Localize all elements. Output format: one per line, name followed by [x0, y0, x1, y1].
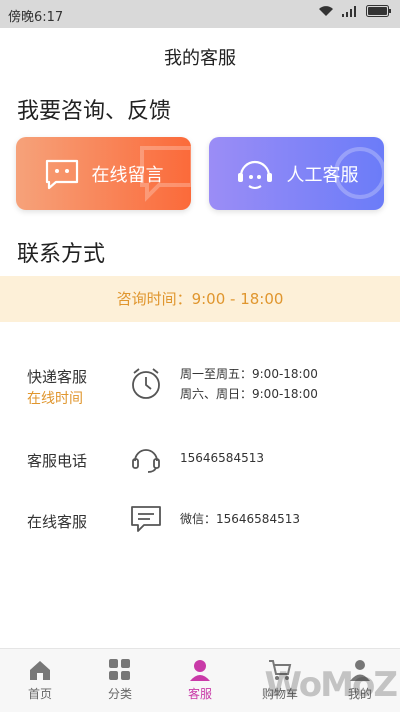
watermark-logo: WoMoZ [264, 665, 398, 705]
chat-bubble-watermark-icon [140, 146, 191, 202]
home-icon [30, 661, 50, 680]
tab-home-label: 首页 [27, 687, 52, 701]
service-phone-number[interactable]: 15646584513 [180, 448, 264, 468]
message-icon [131, 506, 161, 532]
grid-icon [109, 659, 130, 680]
weekday-hours: 周一至周五：9:00-18:00 [180, 367, 318, 381]
online-hours-label: 在线时间 [27, 391, 83, 407]
page-title: 我的客服 [164, 48, 236, 69]
service-phone-row[interactable]: 客服电话 15646584513 [0, 446, 400, 476]
tab-home[interactable]: 首页 [0, 649, 80, 712]
headset-icon [132, 449, 160, 473]
express-service-row: 快递客服 在线时间 周一至周五：9:00-18:00 周六、周日：9:00-18… [0, 362, 400, 422]
tab-customer-service[interactable]: 客服 [160, 649, 240, 712]
headset-watermark-icon [334, 147, 384, 199]
battery-icon [366, 5, 391, 17]
clock-icon [132, 368, 160, 399]
headset-face-icon [237, 160, 272, 189]
weekend-hours: 周六、周日：9:00-18:00 [180, 387, 318, 401]
online-service-row[interactable]: 在线客服 微信：15646584513 [0, 506, 400, 537]
tab-customer-service-label: 客服 [187, 687, 212, 701]
signal-icon [342, 6, 356, 17]
online-message-button[interactable]: 在线留言 [16, 137, 191, 210]
contact-section-title: 联系方式 [17, 242, 106, 267]
status-icons [318, 5, 392, 17]
tab-category[interactable]: 分类 [80, 649, 160, 712]
live-agent-button[interactable]: 人工客服 [209, 137, 384, 210]
online-service-label: 在线客服 [27, 513, 88, 531]
chat-bubble-icon [45, 159, 78, 189]
service-hours-banner: 咨询时间：9:00 - 18:00 [0, 276, 400, 322]
wifi-icon [319, 6, 333, 16]
status-bar: 傍晚6:17 [0, 0, 400, 28]
wechat-id-text[interactable]: 微信：15646584513 [180, 509, 300, 529]
status-time: 傍晚6:17 [8, 10, 64, 25]
tab-category-label: 分类 [107, 687, 132, 701]
express-service-label: 快递客服 [27, 368, 88, 386]
express-hours-text: 周一至周五：9:00-18:00 周六、周日：9:00-18:00 [180, 364, 318, 404]
consult-section-title: 我要咨询、反馈 [17, 99, 172, 124]
service-phone-label: 客服电话 [27, 452, 88, 470]
customer-service-icon [190, 660, 210, 681]
